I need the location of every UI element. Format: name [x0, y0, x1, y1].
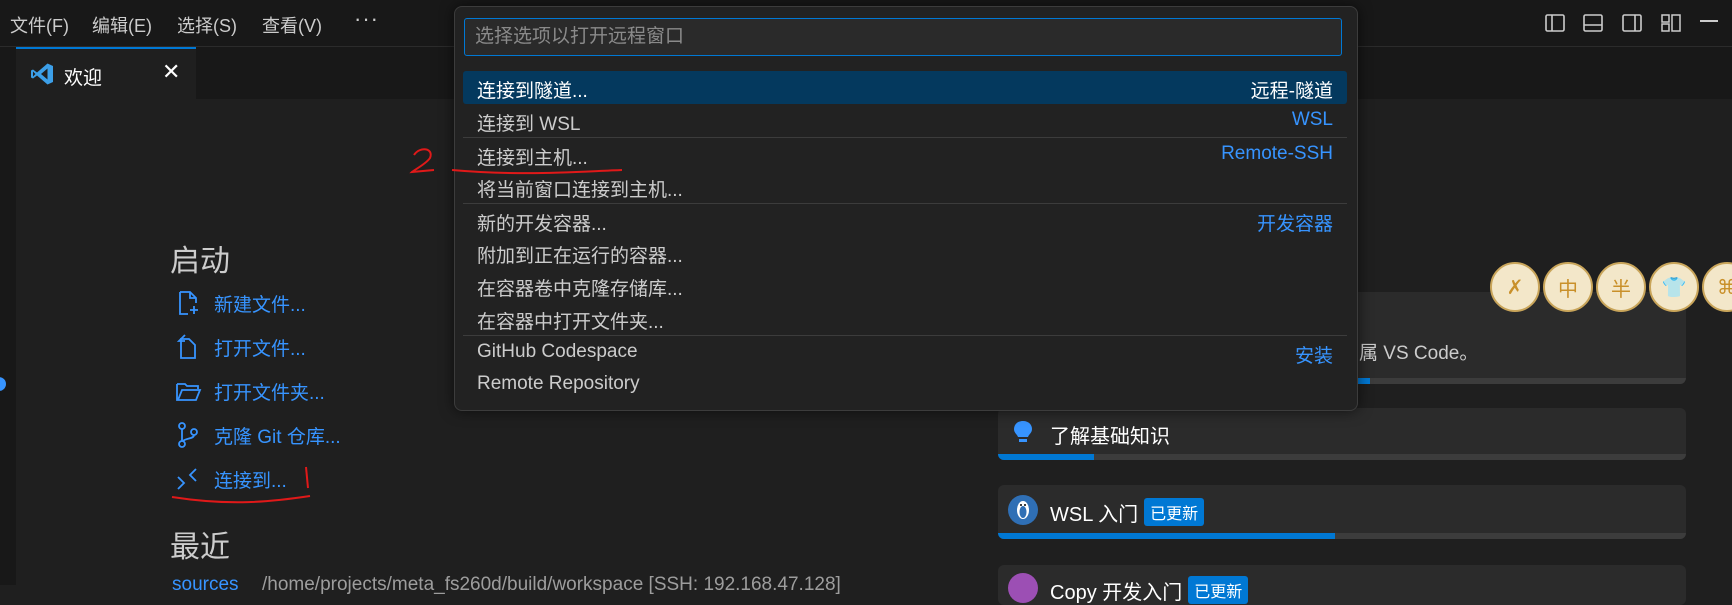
tab-welcome[interactable]: 欢迎 ✕ [16, 47, 196, 99]
quick-pick-item[interactable]: 连接到主机... Remote-SSH [463, 137, 1347, 171]
menu-edit[interactable]: 编辑(E) [92, 12, 152, 38]
ime-chinese-icon[interactable]: 中 [1543, 262, 1593, 312]
start-item-label: 连接到... [214, 470, 287, 492]
progress-track [998, 454, 1686, 460]
ime-stamp-icon[interactable]: ✗ [1490, 262, 1540, 312]
walkthrough-title-wrap: Copy 开发入门 已更新 [1050, 576, 1249, 605]
quick-pick-item[interactable]: 在容器卷中克隆存储库... [463, 269, 1347, 302]
menu-file[interactable]: 文件(F) [10, 12, 69, 38]
start-item-connect-to[interactable]: 连接到... [174, 463, 287, 495]
walkthrough-title-wrap: WSL 入门 已更新 [1050, 498, 1205, 527]
start-item-label: 克隆 Git 仓库... [214, 426, 341, 448]
start-item-label: 新建文件... [214, 294, 306, 316]
quick-pick-item-label: 在容器卷中克隆存储库... [477, 279, 683, 300]
start-item-open-folder[interactable]: 打开文件夹... [174, 375, 325, 407]
quick-pick-item-label: 连接到隧道... [477, 81, 588, 102]
updated-badge: 已更新 [1144, 498, 1205, 526]
toggle-primary-sidebar-icon[interactable] [1544, 12, 1566, 34]
menu-selection[interactable]: 选择(S) [177, 12, 237, 38]
quick-pick-item-detail: 远程-隧道 [1250, 81, 1333, 102]
cpp-icon [1008, 573, 1038, 603]
quick-pick-item[interactable]: 新的开发容器... 开发容器 [463, 203, 1347, 237]
quick-pick-item-label: 在容器中打开文件夹... [477, 312, 664, 333]
quick-pick-item[interactable]: 在容器中打开文件夹... [463, 302, 1347, 335]
walkthrough-title: WSL 入门 [1050, 504, 1139, 526]
quick-pick-item-detail: WSL [1291, 109, 1333, 130]
start-item-open-file[interactable]: 打开文件... [174, 331, 306, 363]
progress-bar [998, 454, 1095, 460]
quick-pick-item-label: GitHub Codespace [477, 341, 638, 362]
walkthrough-title: Copy 开发入门 [1050, 582, 1183, 604]
open-file-icon [174, 333, 202, 361]
minimize-icon[interactable] [1700, 20, 1718, 22]
ime-settings-icon[interactable]: ⌘ [1702, 262, 1732, 312]
start-item-label: 打开文件... [214, 338, 306, 360]
quick-pick-item[interactable]: Remote Repository [463, 368, 1347, 401]
quick-pick-item[interactable]: 附加到正在运行的容器... [463, 236, 1347, 269]
open-folder-icon [174, 377, 202, 405]
start-item-new-file[interactable]: 新建文件... [174, 287, 306, 319]
annotation-underline-1 [171, 495, 311, 504]
ime-skin-icon[interactable]: 👕 [1649, 262, 1699, 312]
menu-view[interactable]: 查看(V) [262, 12, 322, 38]
progress-bar [998, 533, 1336, 539]
annotation-stroke-1 [305, 466, 309, 489]
quick-pick-item-detail: 安装 [1294, 346, 1333, 367]
quick-pick-input[interactable] [464, 18, 1342, 56]
quick-pick-item[interactable]: GitHub Codespace 安装 [463, 335, 1347, 369]
git-branch-icon [174, 421, 202, 449]
quick-pick-item[interactable]: 连接到隧道... 远程-隧道 [463, 71, 1347, 104]
annotation-number-two: 2 [414, 171, 415, 173]
walkthrough-card-basics[interactable]: 了解基础知识 [998, 408, 1686, 460]
lightbulb-icon [1008, 418, 1038, 448]
customize-layout-icon[interactable] [1660, 12, 1682, 34]
recent-item-link[interactable]: sources [172, 574, 239, 596]
recent-section-title: 最近 [170, 531, 230, 564]
remote-quick-pick: 连接到隧道... 远程-隧道 连接到 WSL WSL 连接到主机... Remo… [454, 6, 1358, 411]
walkthrough-card-text: 专属 VS Code。 [1340, 343, 1479, 364]
quick-pick-item-detail: 开发容器 [1256, 214, 1333, 235]
start-section-title: 启动 [170, 245, 230, 278]
annotation-stroke-2 [409, 148, 435, 174]
toggle-secondary-sidebar-icon[interactable] [1621, 12, 1643, 34]
updated-badge: 已更新 [1188, 576, 1249, 604]
activity-bar-edge [0, 47, 16, 585]
vscode-logo-icon [30, 62, 54, 86]
tab-welcome-label: 欢迎 [64, 68, 103, 89]
walkthrough-card-wsl[interactable]: WSL 入门 已更新 [998, 485, 1686, 539]
walkthrough-card-cpp[interactable]: Copy 开发入门 已更新 [998, 565, 1686, 605]
ime-halfwidth-icon[interactable]: 半 [1596, 262, 1646, 312]
quick-pick-item-label: 连接到 WSL [477, 114, 581, 135]
more-menu-icon[interactable]: ··· [354, 6, 379, 32]
linux-penguin-icon [1008, 495, 1038, 525]
quick-pick-item-label: 连接到主机... [477, 148, 588, 169]
toggle-panel-icon[interactable] [1582, 12, 1604, 34]
quick-pick-item-label: 附加到正在运行的容器... [477, 246, 683, 267]
start-item-clone-git[interactable]: 克隆 Git 仓库... [174, 419, 341, 451]
quick-pick-item-label: Remote Repository [477, 373, 640, 394]
annotation-number-one: 1 [306, 487, 307, 489]
new-file-icon [174, 289, 202, 317]
quick-pick-item-label: 新的开发容器... [477, 214, 607, 235]
close-icon[interactable]: ✕ [162, 59, 180, 85]
quick-pick-item[interactable]: 将当前窗口连接到主机... [463, 170, 1347, 203]
quick-pick-item-label: 将当前窗口连接到主机... [477, 180, 683, 201]
start-item-label: 打开文件夹... [214, 382, 325, 404]
walkthrough-title: 了解基础知识 [1050, 426, 1170, 448]
remote-icon [174, 465, 202, 493]
quick-pick-item[interactable]: 连接到 WSL WSL [463, 104, 1347, 137]
recent-item-path: /home/projects/meta_fs260d/build/workspa… [262, 574, 841, 595]
quick-pick-item-detail: Remote-SSH [1221, 143, 1333, 164]
